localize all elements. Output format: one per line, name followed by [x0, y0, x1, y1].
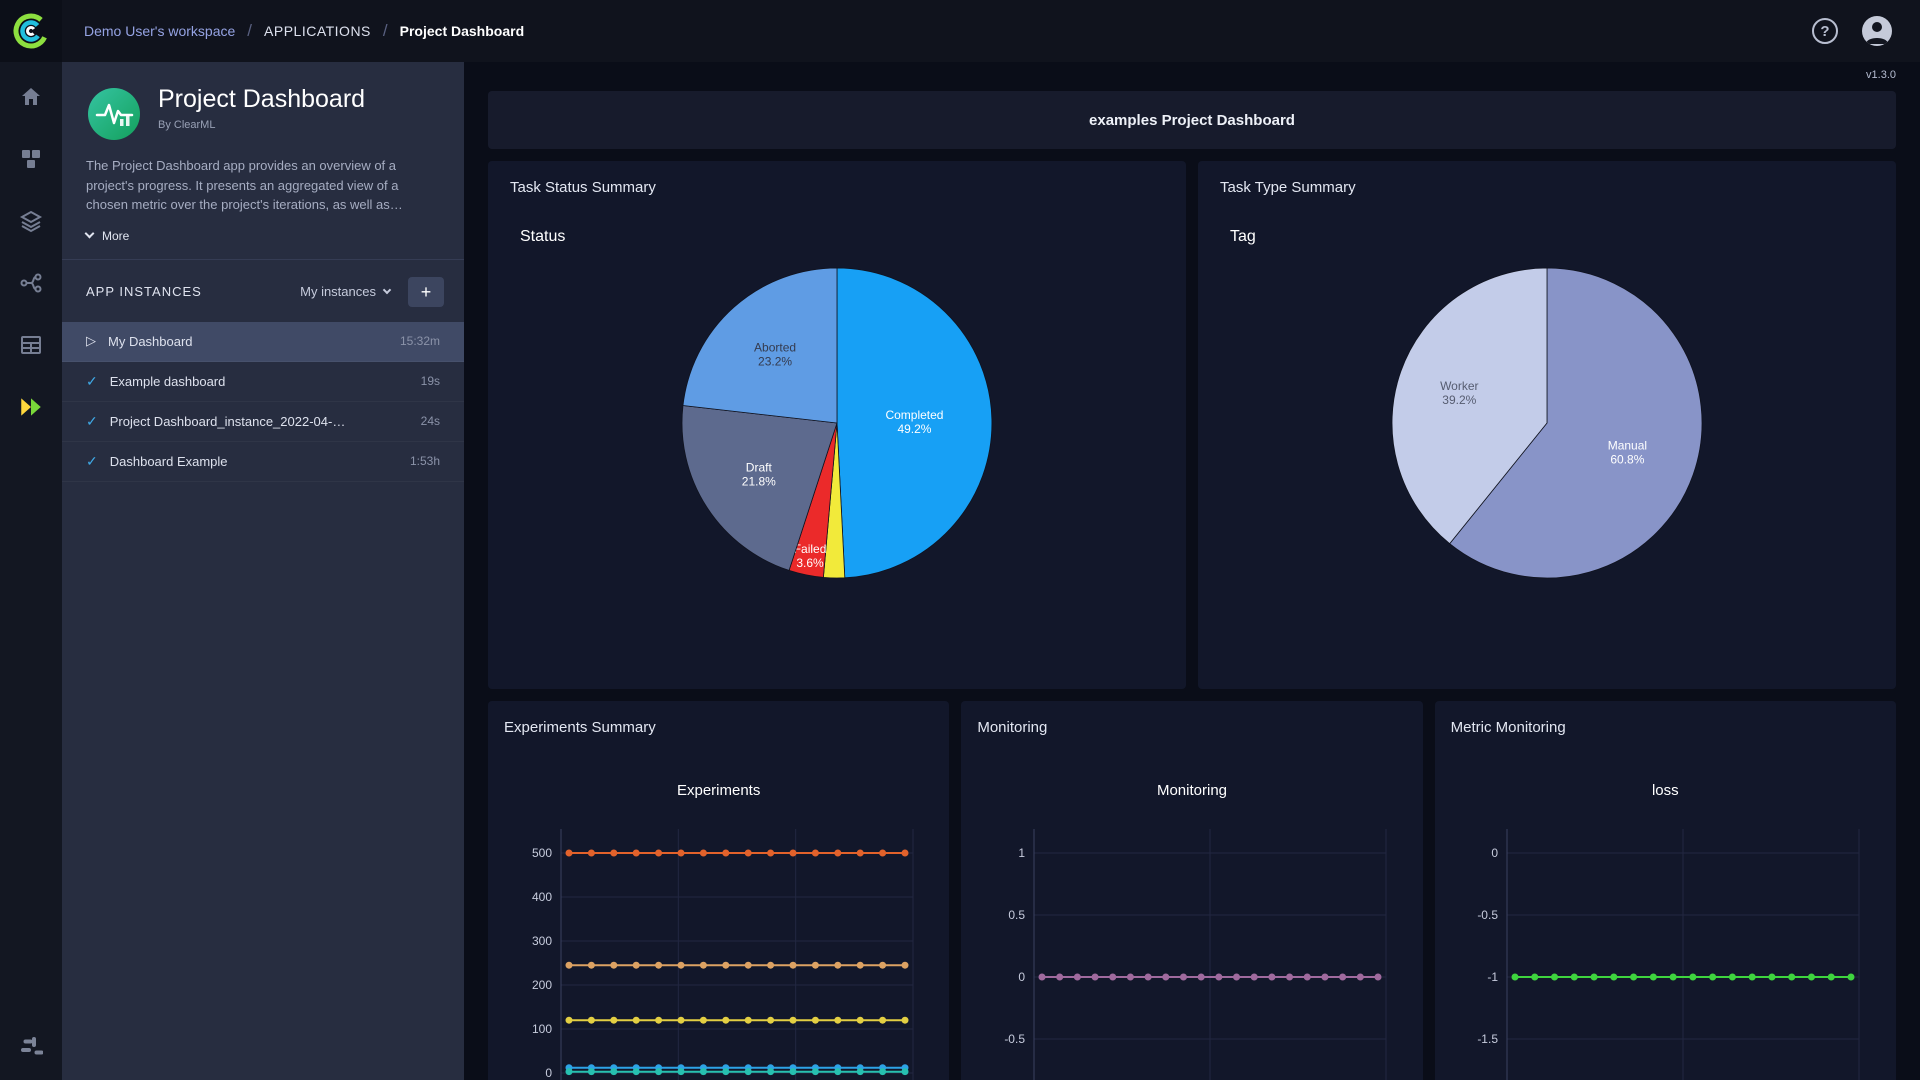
monitoring-line-chart[interactable]: 1 0.5 0 -0.5 [977, 813, 1406, 1080]
reports-icon[interactable] [18, 332, 44, 358]
instance-row-my-dashboard[interactable]: ▷ My Dashboard 15:32m [62, 321, 464, 362]
instance-runtime: 24s [420, 414, 440, 428]
app-description: The Project Dashboard app provides an ov… [86, 158, 403, 212]
svg-text:400: 400 [532, 890, 552, 904]
running-icon: ▷ [86, 333, 96, 348]
instances-list: ▷ My Dashboard 15:32m ✓ Example dashboar… [62, 321, 464, 482]
more-label: More [102, 228, 130, 243]
instance-runtime: 1:53h [409, 454, 440, 468]
svg-text:Failed3.6%: Failed 3.6% [794, 542, 827, 570]
breadcrumb-applications[interactable]: APPLICATIONS [264, 23, 371, 39]
svg-text:-0.5: -0.5 [1478, 908, 1499, 922]
task-type-summary-card: Task Type Summary Tag Manual 60.8% Worker 3… [1198, 161, 1896, 689]
app-title: Project Dashboard [158, 85, 366, 113]
svg-text:Aborted23.2%: Aborted 23.2% [754, 341, 796, 369]
more-toggle[interactable]: More [84, 228, 440, 259]
instance-row-example-dashboard[interactable]: ✓ Example dashboard 19s [62, 362, 464, 402]
instance-runtime: 15:32m [399, 334, 440, 348]
user-avatar[interactable] [1862, 16, 1892, 46]
svg-text:0: 0 [545, 1066, 552, 1080]
instance-name: My Dashboard [108, 333, 193, 349]
svg-text:-1: -1 [1488, 970, 1499, 984]
svg-text:0.5: 0.5 [1008, 908, 1025, 922]
chevron-down-icon [84, 228, 95, 239]
pie-chart-title: Tag [1230, 228, 1256, 245]
app-panel: Project Dashboard By ClearML The Project… [62, 62, 464, 1080]
instance-row-project-dashboard-2022[interactable]: ✓ Project Dashboard_instance_2022-04-… 2… [62, 402, 464, 442]
person-icon [1866, 22, 1888, 44]
clearml-logo[interactable] [0, 0, 62, 62]
side-rail [0, 62, 62, 1080]
card-title: Metric Monitoring [1450, 719, 1566, 736]
instances-filter-label: My instances [300, 284, 376, 299]
completed-check-icon: ✓ [86, 412, 98, 429]
app-instances-header: APP INSTANCES [86, 284, 202, 299]
add-instance-button[interactable]: + [408, 276, 444, 307]
line-chart-title: Experiments [676, 782, 761, 799]
svg-text:0: 0 [1018, 970, 1025, 984]
svg-text:0: 0 [1492, 846, 1499, 860]
task-status-summary-card: Task Status Summary Status Completed 49.2… [488, 161, 1186, 689]
svg-text:Worker39.2%: Worker 39.2% [1440, 379, 1478, 407]
app-byline: By ClearML [158, 118, 216, 131]
breadcrumb-workspace[interactable]: Demo User's workspace [84, 23, 235, 39]
community-slack-icon[interactable] [18, 1034, 44, 1060]
svg-text:500: 500 [532, 846, 552, 860]
completed-check-icon: ✓ [86, 452, 98, 469]
pipelines-icon[interactable] [18, 270, 44, 296]
svg-text:-1.5: -1.5 [1478, 1032, 1499, 1046]
completed-check-icon: ✓ [86, 372, 98, 389]
instance-name: Project Dashboard_instance_2022-04-… [109, 413, 346, 429]
metric-monitoring-card: Metric Monitoring loss 0 -0.5 -1 -1.5 [1434, 701, 1896, 1080]
svg-text:-0.5: -0.5 [1004, 1032, 1025, 1046]
task-status-pie-chart[interactable]: Completed 49.2% Failed 3.6% Draft 21.8% Aborte… [510, 258, 1164, 588]
help-icon[interactable]: ? [1812, 18, 1838, 44]
pie-chart-title: Status [520, 228, 566, 245]
projects-icon[interactable] [18, 146, 44, 172]
card-title: Monitoring [977, 719, 1048, 736]
instance-row-dashboard-example[interactable]: ✓ Dashboard Example 1:53h [62, 442, 464, 482]
breadcrumb: Demo User's workspace / APPLICATIONS / P… [84, 21, 524, 41]
experiments-line-chart[interactable]: 500 400 300 200 100 0 [504, 813, 933, 1080]
card-title: Task Status Summary [510, 179, 656, 196]
card-title: Experiments Summary [504, 719, 656, 736]
instance-runtime: 19s [420, 374, 440, 388]
clearml-logo-icon [13, 13, 49, 49]
svg-text:Draft21.8%: Draft 21.8% [742, 460, 776, 488]
instance-name: Example dashboard [109, 373, 226, 389]
dashboard-header-card: examples Project Dashboard [488, 91, 1896, 149]
home-icon[interactable] [18, 84, 44, 110]
project-dashboard-app-icon [88, 88, 140, 140]
svg-text:1: 1 [1018, 846, 1025, 860]
datasets-icon[interactable] [18, 208, 44, 234]
chevron-down-icon [382, 285, 392, 295]
clearml-app: Demo User's workspace / APPLICATIONS / P… [0, 0, 1920, 1080]
loss-line-chart[interactable]: 0 -0.5 -1 -1.5 [1451, 813, 1880, 1080]
monitoring-card: Monitoring Monitoring 1 0.5 0 -0.5 [961, 701, 1423, 1080]
svg-text:100: 100 [532, 1022, 552, 1036]
svg-text:Manual60.8%: Manual 60.8% [1608, 438, 1647, 466]
experiments-summary-card: Experiments Summary Experiments 500 400 30… [488, 701, 950, 1080]
line-chart-title: Monitoring [1156, 782, 1228, 799]
svg-text:200: 200 [532, 978, 552, 992]
svg-text:300: 300 [532, 934, 552, 948]
instance-name: Dashboard Example [109, 453, 228, 469]
card-title: Task Type Summary [1220, 179, 1356, 196]
applications-icon-active[interactable] [18, 394, 44, 420]
breadcrumb-separator: / [382, 21, 388, 40]
app-version-label: v1.3.0 [1866, 69, 1896, 81]
task-type-pie-chart[interactable]: Manual 60.8% Worker 39.2% [1220, 258, 1874, 588]
breadcrumb-current-page: Project Dashboard [399, 23, 525, 39]
breadcrumb-separator: / [247, 21, 253, 40]
topbar-actions: ? [1812, 16, 1920, 46]
top-bar: Demo User's workspace / APPLICATIONS / P… [0, 0, 1920, 62]
instances-filter-dropdown[interactable]: My instances [300, 284, 392, 299]
line-chart-title: loss [1651, 782, 1679, 799]
dashboard-main: v1.3.0 examples Project Dashboard Task S… [464, 62, 1920, 1080]
